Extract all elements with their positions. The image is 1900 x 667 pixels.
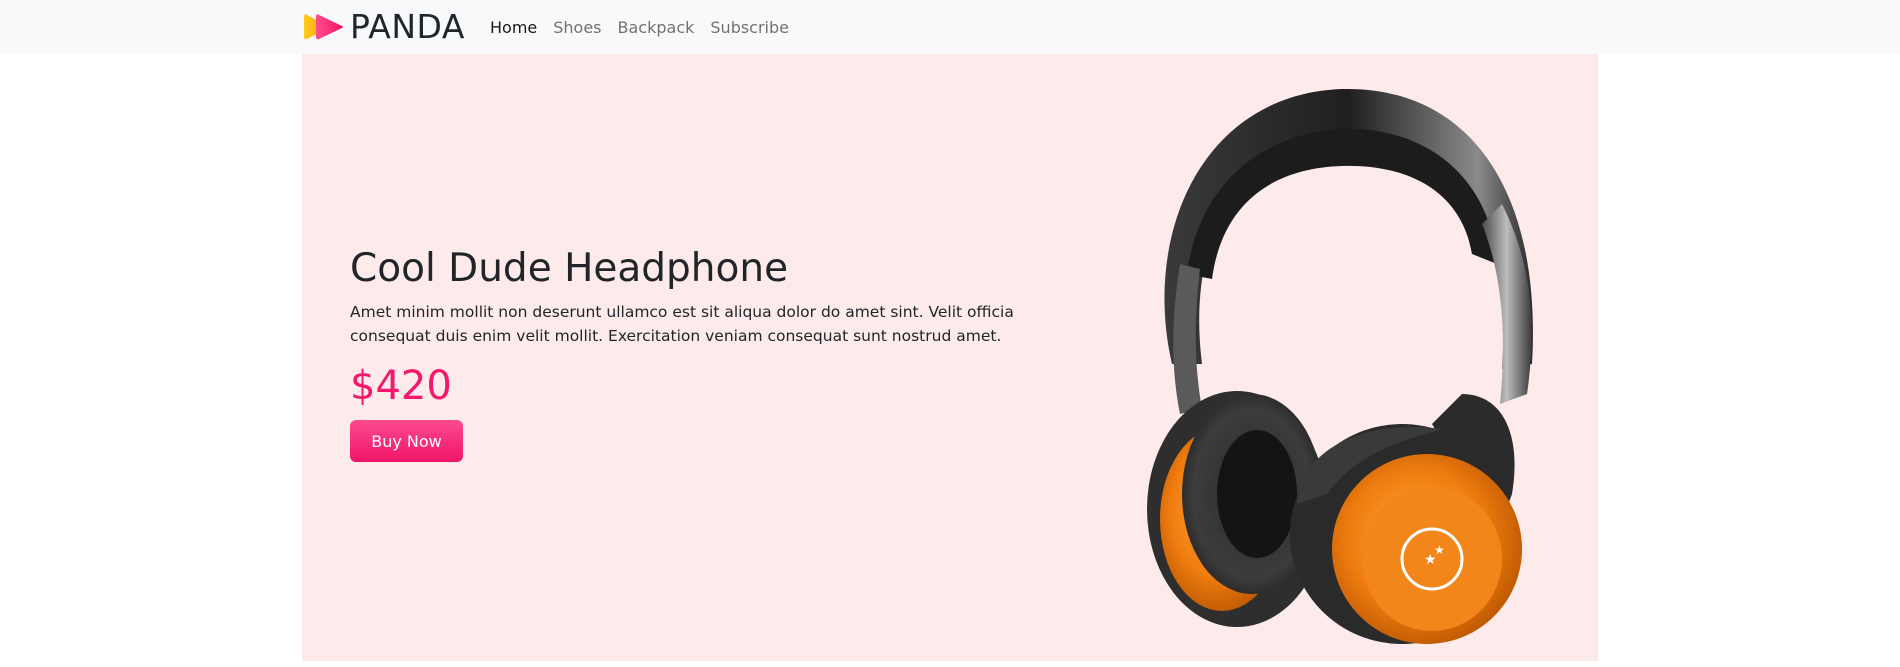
- headphone-product-image: ★ ★: [1147, 88, 1533, 644]
- hero-price: $420: [350, 363, 452, 409]
- buy-now-button[interactable]: Buy Now: [350, 420, 463, 462]
- navbar: PANDA Home Shoes Backpack Subscribe: [0, 0, 1900, 54]
- nav-links: Home Shoes Backpack Subscribe: [490, 0, 805, 54]
- panda-play-logo-icon: [304, 14, 343, 40]
- brand-name: PANDA: [350, 7, 465, 46]
- hero-title: Cool Dude Headphone: [350, 246, 789, 291]
- nav-link-backpack[interactable]: Backpack: [618, 18, 695, 37]
- hero-description: Amet minim mollit non deserunt ullamco e…: [350, 303, 1014, 345]
- svg-text:★: ★: [1434, 543, 1445, 557]
- brand-link[interactable]: PANDA: [302, 9, 465, 45]
- nav-link-home[interactable]: Home: [490, 18, 537, 37]
- nav-link-subscribe[interactable]: Subscribe: [710, 18, 789, 37]
- nav-link-shoes[interactable]: Shoes: [553, 18, 601, 37]
- hero-section: Cool Dude Headphone Amet minim mollit no…: [302, 54, 1598, 661]
